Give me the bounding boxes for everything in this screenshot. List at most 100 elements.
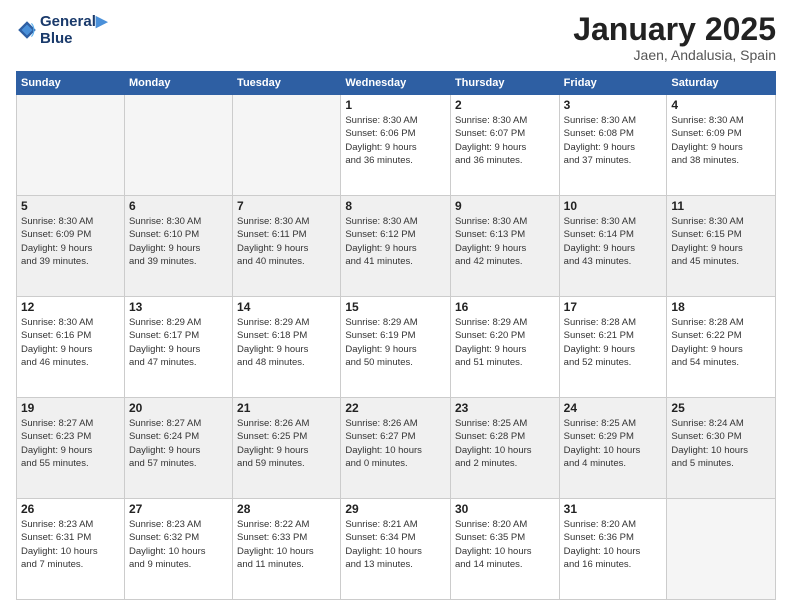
calendar-day-cell[interactable]: 31 Sunrise: 8:20 AM Sunset: 6:36 PM Dayli…	[559, 499, 667, 600]
calendar-day-cell[interactable]: 27 Sunrise: 8:23 AM Sunset: 6:32 PM Dayli…	[124, 499, 232, 600]
day-info: Sunrise: 8:30 AM Sunset: 6:14 PM Dayligh…	[564, 215, 663, 268]
day-info: Sunrise: 8:30 AM Sunset: 6:15 PM Dayligh…	[671, 215, 771, 268]
calendar-day-cell[interactable]: 12 Sunrise: 8:30 AM Sunset: 6:16 PM Dayli…	[17, 297, 125, 398]
calendar-day-cell[interactable]: 3 Sunrise: 8:30 AM Sunset: 6:08 PM Daylig…	[559, 95, 667, 196]
day-info: Sunrise: 8:30 AM Sunset: 6:06 PM Dayligh…	[345, 114, 446, 167]
day-number: 11	[671, 199, 771, 213]
day-info: Sunrise: 8:25 AM Sunset: 6:28 PM Dayligh…	[455, 417, 555, 470]
page: General▶ Blue January 2025 Jaen, Andalus…	[0, 0, 792, 612]
day-number: 28	[237, 502, 336, 516]
day-info: Sunrise: 8:26 AM Sunset: 6:25 PM Dayligh…	[237, 417, 336, 470]
calendar-day-cell[interactable]: 29 Sunrise: 8:21 AM Sunset: 6:34 PM Dayli…	[341, 499, 451, 600]
day-number: 21	[237, 401, 336, 415]
day-info: Sunrise: 8:29 AM Sunset: 6:20 PM Dayligh…	[455, 316, 555, 369]
logo: General▶ Blue	[16, 12, 107, 47]
calendar-empty-cell	[17, 95, 125, 196]
day-info: Sunrise: 8:20 AM Sunset: 6:35 PM Dayligh…	[455, 518, 555, 571]
calendar-day-cell[interactable]: 21 Sunrise: 8:26 AM Sunset: 6:25 PM Dayli…	[233, 398, 341, 499]
calendar-day-cell[interactable]: 2Sunrise: 8:30 AM Sunset: 6:07 PM Daylig…	[450, 95, 559, 196]
day-info: Sunrise: 8:30 AM Sunset: 6:09 PM Dayligh…	[21, 215, 120, 268]
day-info: Sunrise: 8:30 AM Sunset: 6:12 PM Dayligh…	[345, 215, 446, 268]
calendar-day-cell[interactable]: 11 Sunrise: 8:30 AM Sunset: 6:15 PM Dayli…	[667, 196, 776, 297]
calendar-title: January 2025	[573, 12, 776, 47]
day-number: 10	[564, 199, 663, 213]
day-number: 12	[21, 300, 120, 314]
column-header-monday: Monday	[124, 72, 232, 95]
day-info: Sunrise: 8:20 AM Sunset: 6:36 PM Dayligh…	[564, 518, 663, 571]
day-info: Sunrise: 8:30 AM Sunset: 6:16 PM Dayligh…	[21, 316, 120, 369]
day-number: 8	[345, 199, 446, 213]
day-number: 25	[671, 401, 771, 415]
day-number: 18	[671, 300, 771, 314]
calendar-day-cell[interactable]: 5 Sunrise: 8:30 AM Sunset: 6:09 PM Daylig…	[17, 196, 125, 297]
day-number: 7	[237, 199, 336, 213]
day-number: 15	[345, 300, 446, 314]
calendar-day-cell[interactable]: 6Sunrise: 8:30 AM Sunset: 6:10 PM Daylig…	[124, 196, 232, 297]
calendar-day-cell[interactable]: 7Sunrise: 8:30 AM Sunset: 6:11 PM Daylig…	[233, 196, 341, 297]
calendar-empty-cell	[124, 95, 232, 196]
day-info: Sunrise: 8:23 AM Sunset: 6:32 PM Dayligh…	[129, 518, 228, 571]
day-number: 16	[455, 300, 555, 314]
day-number: 31	[564, 502, 663, 516]
day-number: 3	[564, 98, 663, 112]
calendar-week-row: 19 Sunrise: 8:27 AM Sunset: 6:23 PM Dayli…	[17, 398, 776, 499]
day-number: 29	[345, 502, 446, 516]
calendar-day-cell[interactable]: 25Sunrise: 8:24 AM Sunset: 6:30 PM Dayli…	[667, 398, 776, 499]
day-info: Sunrise: 8:27 AM Sunset: 6:24 PM Dayligh…	[129, 417, 228, 470]
calendar-day-cell[interactable]: 4 Sunrise: 8:30 AM Sunset: 6:09 PM Daylig…	[667, 95, 776, 196]
calendar-week-row: 12 Sunrise: 8:30 AM Sunset: 6:16 PM Dayli…	[17, 297, 776, 398]
logo-text: General▶ Blue	[40, 12, 107, 47]
calendar-day-cell[interactable]: 30 Sunrise: 8:20 AM Sunset: 6:35 PM Dayli…	[450, 499, 559, 600]
calendar-day-cell[interactable]: 1 Sunrise: 8:30 AM Sunset: 6:06 PM Daylig…	[341, 95, 451, 196]
calendar-day-cell[interactable]: 16 Sunrise: 8:29 AM Sunset: 6:20 PM Dayli…	[450, 297, 559, 398]
calendar-day-cell[interactable]: 17Sunrise: 8:28 AM Sunset: 6:21 PM Dayli…	[559, 297, 667, 398]
calendar-day-cell[interactable]: 23 Sunrise: 8:25 AM Sunset: 6:28 PM Dayli…	[450, 398, 559, 499]
calendar-day-cell[interactable]: 8 Sunrise: 8:30 AM Sunset: 6:12 PM Daylig…	[341, 196, 451, 297]
day-info: Sunrise: 8:29 AM Sunset: 6:19 PM Dayligh…	[345, 316, 446, 369]
calendar-day-cell[interactable]: 26 Sunrise: 8:23 AM Sunset: 6:31 PM Dayli…	[17, 499, 125, 600]
title-area: January 2025 Jaen, Andalusia, Spain	[573, 12, 776, 63]
day-info: Sunrise: 8:23 AM Sunset: 6:31 PM Dayligh…	[21, 518, 120, 571]
calendar-day-cell[interactable]: 13Sunrise: 8:29 AM Sunset: 6:17 PM Dayli…	[124, 297, 232, 398]
calendar-week-row: 26 Sunrise: 8:23 AM Sunset: 6:31 PM Dayli…	[17, 499, 776, 600]
day-number: 19	[21, 401, 120, 415]
column-header-wednesday: Wednesday	[341, 72, 451, 95]
day-number: 1	[345, 98, 446, 112]
day-info: Sunrise: 8:28 AM Sunset: 6:22 PM Dayligh…	[671, 316, 771, 369]
calendar-day-cell[interactable]: 19 Sunrise: 8:27 AM Sunset: 6:23 PM Dayli…	[17, 398, 125, 499]
calendar-subtitle: Jaen, Andalusia, Spain	[573, 47, 776, 63]
day-number: 30	[455, 502, 555, 516]
day-number: 4	[671, 98, 771, 112]
day-info: Sunrise: 8:30 AM Sunset: 6:08 PM Dayligh…	[564, 114, 663, 167]
calendar-day-cell[interactable]: 14Sunrise: 8:29 AM Sunset: 6:18 PM Dayli…	[233, 297, 341, 398]
calendar-day-cell[interactable]: 28Sunrise: 8:22 AM Sunset: 6:33 PM Dayli…	[233, 499, 341, 600]
calendar-week-row: 1 Sunrise: 8:30 AM Sunset: 6:06 PM Daylig…	[17, 95, 776, 196]
column-header-thursday: Thursday	[450, 72, 559, 95]
calendar-day-cell[interactable]: 22Sunrise: 8:26 AM Sunset: 6:27 PM Dayli…	[341, 398, 451, 499]
column-header-friday: Friday	[559, 72, 667, 95]
day-info: Sunrise: 8:30 AM Sunset: 6:10 PM Dayligh…	[129, 215, 228, 268]
day-info: Sunrise: 8:30 AM Sunset: 6:13 PM Dayligh…	[455, 215, 555, 268]
day-info: Sunrise: 8:29 AM Sunset: 6:18 PM Dayligh…	[237, 316, 336, 369]
day-number: 26	[21, 502, 120, 516]
day-number: 23	[455, 401, 555, 415]
day-number: 5	[21, 199, 120, 213]
day-info: Sunrise: 8:27 AM Sunset: 6:23 PM Dayligh…	[21, 417, 120, 470]
day-info: Sunrise: 8:26 AM Sunset: 6:27 PM Dayligh…	[345, 417, 446, 470]
day-number: 24	[564, 401, 663, 415]
calendar-day-cell[interactable]: 15 Sunrise: 8:29 AM Sunset: 6:19 PM Dayli…	[341, 297, 451, 398]
calendar-day-cell[interactable]: 9Sunrise: 8:30 AM Sunset: 6:13 PM Daylig…	[450, 196, 559, 297]
calendar-header-row: SundayMondayTuesdayWednesdayThursdayFrid…	[17, 72, 776, 95]
calendar-day-cell[interactable]: 24 Sunrise: 8:25 AM Sunset: 6:29 PM Dayli…	[559, 398, 667, 499]
day-info: Sunrise: 8:25 AM Sunset: 6:29 PM Dayligh…	[564, 417, 663, 470]
calendar-day-cell[interactable]: 18 Sunrise: 8:28 AM Sunset: 6:22 PM Dayli…	[667, 297, 776, 398]
calendar-week-row: 5 Sunrise: 8:30 AM Sunset: 6:09 PM Daylig…	[17, 196, 776, 297]
day-number: 17	[564, 300, 663, 314]
calendar-day-cell[interactable]: 10 Sunrise: 8:30 AM Sunset: 6:14 PM Dayli…	[559, 196, 667, 297]
day-info: Sunrise: 8:30 AM Sunset: 6:09 PM Dayligh…	[671, 114, 771, 167]
calendar-empty-cell	[667, 499, 776, 600]
calendar-day-cell[interactable]: 20Sunrise: 8:27 AM Sunset: 6:24 PM Dayli…	[124, 398, 232, 499]
logo-icon	[16, 19, 38, 41]
day-number: 27	[129, 502, 228, 516]
day-info: Sunrise: 8:21 AM Sunset: 6:34 PM Dayligh…	[345, 518, 446, 571]
